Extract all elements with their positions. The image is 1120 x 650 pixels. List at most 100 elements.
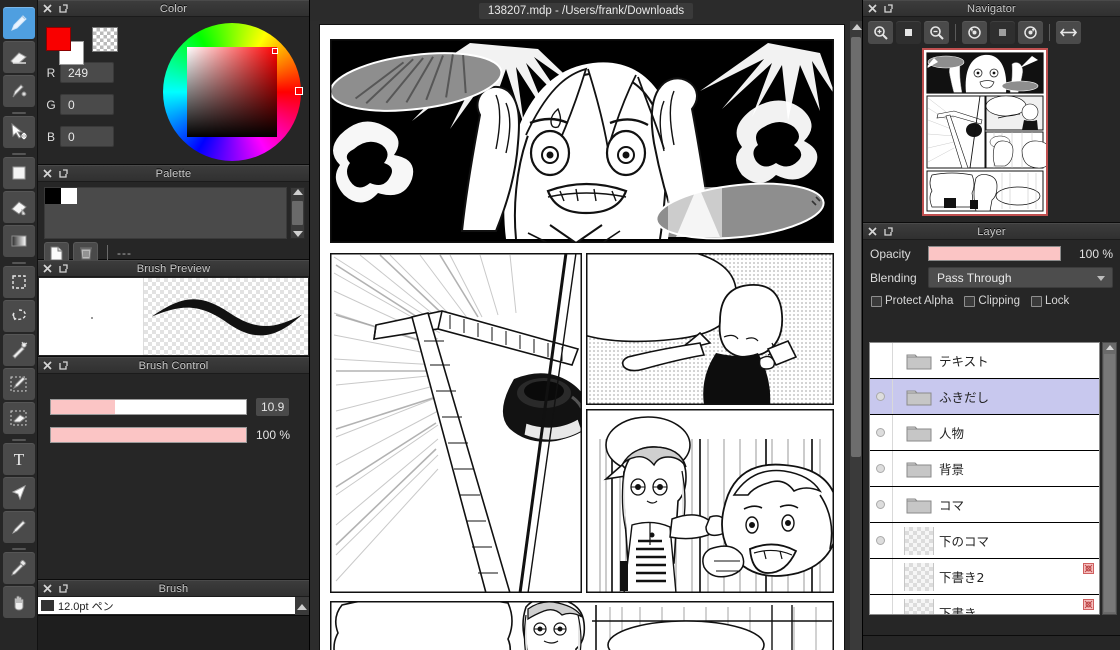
rotate-right-button[interactable] <box>1018 21 1043 44</box>
layer-list[interactable]: テキスト ふきだし 人物 背景 コマ 下のコマ 下書き2 下書き <box>869 342 1100 615</box>
hue-marker[interactable] <box>295 87 303 95</box>
blur-tool[interactable] <box>2 75 35 107</box>
popout-icon[interactable] <box>57 582 70 595</box>
saturation-value-box[interactable] <box>187 47 278 137</box>
palette-panel-header: Palette <box>38 165 309 182</box>
zoom-in-button[interactable] <box>868 21 893 44</box>
layer-visibility-toggle[interactable] <box>870 500 890 509</box>
navigator-thumbnail[interactable] <box>922 48 1048 216</box>
layer-row[interactable]: 背景 <box>870 451 1099 487</box>
brush-list-item[interactable]: 12.0pt ペン <box>38 597 309 614</box>
layer-indent-guide <box>892 451 893 486</box>
close-icon[interactable] <box>866 2 879 15</box>
eyedropper-tool[interactable] <box>2 552 35 584</box>
text-tool[interactable]: T <box>2 443 35 475</box>
canvas-scroll-region[interactable] <box>310 21 862 650</box>
layer-row[interactable]: コマ <box>870 487 1099 523</box>
select-lasso-tool[interactable] <box>2 300 35 332</box>
palette-swatch[interactable] <box>45 188 61 204</box>
popout-icon[interactable] <box>57 262 70 275</box>
close-icon[interactable] <box>41 582 54 595</box>
protect-alpha-checkbox[interactable]: Protect Alpha <box>871 295 953 307</box>
layer-visibility-toggle[interactable] <box>870 608 890 614</box>
checkbox-box[interactable] <box>964 295 976 307</box>
canvas-vertical-scrollbar[interactable] <box>850 21 862 650</box>
close-icon[interactable] <box>41 262 54 275</box>
layer-row[interactable]: 人物 <box>870 415 1099 451</box>
layer-visibility-toggle[interactable] <box>870 356 890 365</box>
scroll-up-icon[interactable] <box>292 189 303 195</box>
layer-alert-icon[interactable] <box>1083 599 1094 610</box>
close-icon[interactable] <box>866 225 879 238</box>
manga-page-canvas[interactable] <box>320 25 844 650</box>
navigator-preview-image <box>924 50 1046 214</box>
layer-row[interactable]: 下書き <box>870 595 1099 614</box>
zoom-reset-button[interactable] <box>896 21 921 44</box>
scrollbar-thumb[interactable] <box>1104 354 1115 612</box>
scroll-up-icon[interactable] <box>1106 345 1114 350</box>
layer-row[interactable]: テキスト <box>870 343 1099 379</box>
layer-visibility-toggle[interactable] <box>870 392 890 401</box>
hand-tool[interactable] <box>2 586 35 618</box>
move-tool[interactable] <box>2 116 35 148</box>
layer-opacity-slider[interactable] <box>928 246 1061 261</box>
flip-horizontal-button[interactable] <box>1056 21 1081 44</box>
scrollbar-thumb[interactable] <box>851 37 861 457</box>
popout-icon[interactable] <box>882 225 895 238</box>
layer-visibility-toggle[interactable] <box>870 536 890 545</box>
layer-visibility-toggle[interactable] <box>870 428 890 437</box>
close-icon[interactable] <box>41 167 54 180</box>
clipping-checkbox[interactable]: Clipping <box>964 295 1020 307</box>
popout-icon[interactable] <box>57 167 70 180</box>
checkbox-box[interactable] <box>871 295 882 307</box>
palette-swatch-grid[interactable] <box>44 187 287 239</box>
brush-size-value[interactable]: 10.9 <box>256 398 290 416</box>
rotate-left-button[interactable] <box>962 21 987 44</box>
scroll-down-icon[interactable] <box>292 231 303 237</box>
close-icon[interactable] <box>41 359 54 372</box>
saturation-value-marker[interactable] <box>272 48 278 54</box>
bucket-tool[interactable] <box>2 191 35 223</box>
brush-list-scrollbar[interactable] <box>295 597 309 615</box>
eraser-tool[interactable] <box>2 41 35 73</box>
popout-icon[interactable] <box>57 2 70 15</box>
transparent-color-swatch[interactable] <box>92 27 118 52</box>
select-pen-tool[interactable] <box>2 368 35 400</box>
layer-row[interactable]: 下のコマ <box>870 523 1099 559</box>
layer-visibility-toggle[interactable] <box>870 464 890 473</box>
layer-blending-select[interactable]: Pass Through <box>928 267 1113 288</box>
layer-visibility-toggle[interactable] <box>870 572 890 581</box>
palette-swatch[interactable] <box>61 188 77 204</box>
scroll-up-icon[interactable] <box>297 603 307 610</box>
brush-opacity-value[interactable]: 100 % <box>256 428 290 442</box>
green-channel-input[interactable]: 0 <box>60 94 114 115</box>
select-eraser-tool[interactable] <box>2 402 35 434</box>
popout-icon[interactable] <box>882 2 895 15</box>
brush-opacity-slider[interactable] <box>50 427 247 443</box>
foreground-color-swatch[interactable] <box>46 27 71 51</box>
pencil-tool[interactable] <box>2 511 35 543</box>
operation-tool[interactable] <box>2 477 35 509</box>
magic-wand-tool[interactable] <box>2 334 35 366</box>
fill-tool[interactable] <box>2 157 35 189</box>
blue-channel-input[interactable]: 0 <box>60 126 114 147</box>
brush-size-slider[interactable] <box>50 399 247 415</box>
pen-tool[interactable] <box>2 7 35 39</box>
layer-row[interactable]: 下書き2 <box>870 559 1099 595</box>
checkbox-box[interactable] <box>1030 295 1042 307</box>
gradient-tool[interactable] <box>2 225 35 257</box>
close-icon[interactable] <box>41 2 54 15</box>
brush-size-row: 10.9 <box>50 398 290 416</box>
layer-alert-icon[interactable] <box>1083 563 1094 574</box>
scrollbar-thumb[interactable] <box>292 201 303 225</box>
popout-icon[interactable] <box>57 359 70 372</box>
palette-scrollbar[interactable] <box>290 187 305 239</box>
scroll-up-icon[interactable] <box>852 23 862 30</box>
red-channel-input[interactable]: 249 <box>60 62 114 83</box>
zoom-out-button[interactable] <box>924 21 949 44</box>
select-rect-tool[interactable] <box>2 266 35 298</box>
layer-list-scrollbar[interactable] <box>1102 342 1117 615</box>
rotate-reset-button[interactable] <box>990 21 1015 44</box>
lock-checkbox[interactable]: Lock <box>1030 295 1069 307</box>
layer-row[interactable]: ふきだし <box>870 379 1099 415</box>
